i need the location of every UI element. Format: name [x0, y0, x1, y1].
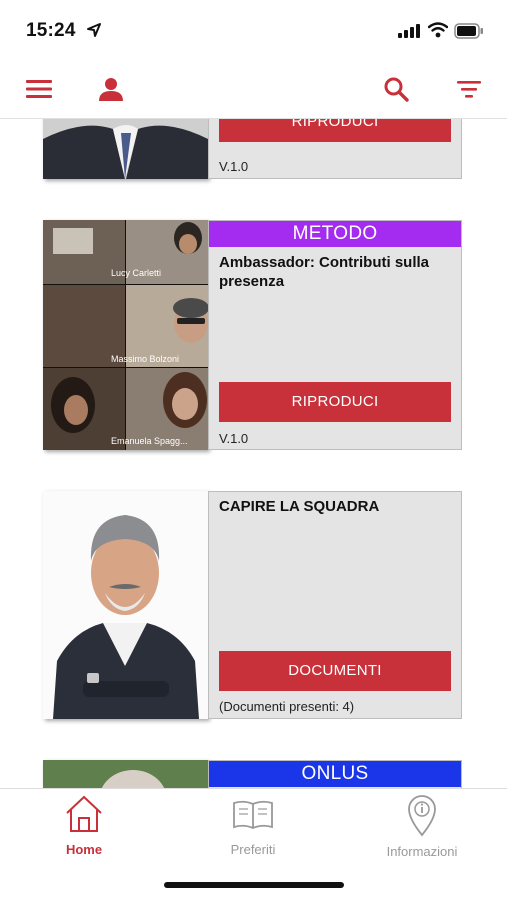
card-title: Ambassador: Contributi sulla presenza — [219, 254, 430, 290]
card-photo — [43, 760, 208, 788]
tab-preferiti-label: Preferiti — [230, 842, 276, 857]
card-panel: ONLUS — [208, 760, 462, 788]
video-call-grid-image — [43, 220, 208, 450]
filter-icon — [457, 81, 481, 98]
status-time: 15:24 — [26, 20, 76, 41]
hamburger-icon — [26, 80, 52, 98]
tab-informazioni[interactable]: Informazioni — [362, 793, 482, 859]
participant-label: Massimo Bolzoni — [111, 354, 180, 364]
tab-preferiti[interactable]: Preferiti — [193, 793, 313, 857]
tab-home-label: Home — [65, 842, 103, 857]
tab-informazioni-label: Informazioni — [386, 844, 458, 859]
list-item-card[interactable]: ONLUS — [43, 760, 463, 788]
user-icon — [99, 78, 123, 101]
list-item-card[interactable]: Lucy Carletti Massimo Bolzoni Emanuela S… — [43, 220, 463, 450]
version-label: V.1.0 — [219, 431, 249, 446]
book-icon — [233, 800, 273, 829]
version-label: V.1.0 — [219, 159, 249, 174]
list-item-card[interactable]: RIPRODUCI V.1.0 — [43, 119, 463, 179]
card-title: CAPIRE LA SQUADRA — [219, 498, 380, 515]
play-button[interactable]: RIPRODUCI — [219, 382, 451, 422]
play-button[interactable]: RIPRODUCI — [219, 119, 451, 142]
card-panel: CAPIRE LA SQUADRA DOCUMENTI (Documenti p… — [208, 491, 462, 719]
info-pin-icon — [408, 795, 436, 837]
documents-count-label: (Documenti presenti: 4) — [219, 699, 355, 714]
location-arrow-icon — [87, 23, 101, 37]
category-tag: ONLUS — [209, 761, 461, 787]
menu-button[interactable] — [22, 72, 56, 106]
battery-icon — [454, 23, 483, 39]
tab-home[interactable]: Home — [24, 793, 144, 857]
speaker-photo — [43, 119, 208, 179]
card-thumbnail — [43, 760, 208, 788]
list-item-card[interactable]: CAPIRE LA SQUADRA DOCUMENTI (Documenti p… — [43, 491, 463, 719]
card-thumbnail — [43, 119, 208, 179]
search-button[interactable] — [379, 72, 413, 106]
participant-label: Emanuela Spagg... — [111, 436, 188, 446]
category-tag: METODO — [209, 221, 461, 247]
wifi-icon — [428, 22, 448, 38]
card-panel: RIPRODUCI V.1.0 — [208, 119, 462, 179]
search-icon — [384, 77, 409, 102]
filter-button[interactable] — [452, 72, 486, 106]
status-bar: 15:24 — [0, 0, 507, 60]
content-list[interactable]: RIPRODUCI V.1.0 Lucy Carletti Massimo Bo… — [0, 119, 507, 788]
home-indicator[interactable] — [164, 882, 344, 888]
profile-button[interactable] — [94, 72, 128, 106]
card-thumbnail — [43, 491, 208, 719]
documents-button[interactable]: DOCUMENTI — [219, 651, 451, 691]
home-icon — [66, 795, 102, 832]
card-panel: METODO Ambassador: Contributi sulla pres… — [208, 220, 462, 450]
participant-label: Lucy Carletti — [111, 268, 162, 278]
card-thumbnail: Lucy Carletti Massimo Bolzoni Emanuela S… — [43, 220, 208, 450]
top-app-bar — [0, 60, 507, 119]
cellular-signal-icon — [398, 24, 420, 38]
speaker-photo — [43, 491, 208, 719]
